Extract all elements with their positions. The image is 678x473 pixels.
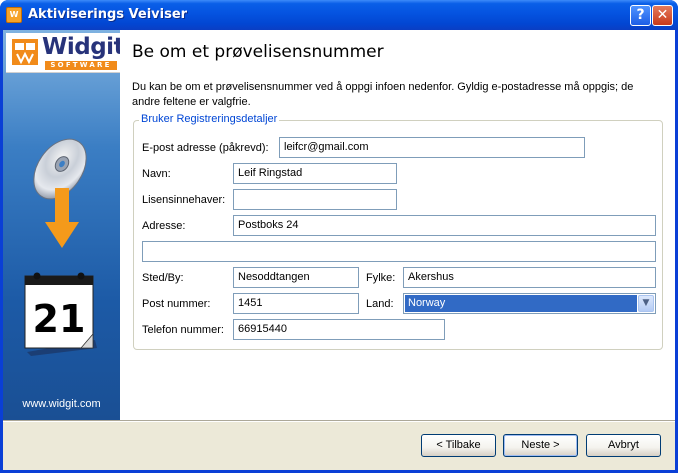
- wizard-page: Be om et prøvelisensnummer Du kan be om …: [120, 30, 675, 420]
- widgit-logo: Widgit SOFTWARE: [6, 33, 125, 73]
- calendar-day: 21: [33, 297, 86, 341]
- county-field[interactable]: Akershus: [403, 267, 656, 288]
- calendar-icon: 21: [24, 272, 97, 356]
- logo-wordmark: Widgit: [42, 34, 125, 60]
- email-label: E-post adresse (påkrevd):: [142, 142, 269, 154]
- postcode-label: Post nummer:: [142, 298, 211, 310]
- city-label: Sted/By:: [142, 272, 184, 284]
- help-button[interactable]: ?: [630, 5, 651, 26]
- phone-label: Telefon nummer:: [142, 324, 224, 336]
- city-field[interactable]: Nesoddtangen: [233, 267, 359, 288]
- widgit-website-link[interactable]: www.widgit.com: [3, 398, 120, 410]
- wizard-sidebar: Widgit SOFTWARE 21 www.widgit.com: [3, 30, 125, 420]
- email-field[interactable]: leifcr@gmail.com: [279, 137, 585, 158]
- page-intro: Du kan be om et prøvelisensnummer ved å …: [132, 81, 634, 108]
- group-title: Bruker Registreringsdetaljer: [139, 113, 280, 125]
- down-arrow-icon: [45, 188, 79, 248]
- address-line2-field[interactable]: [142, 241, 656, 262]
- widgit-logo-icon: [12, 39, 38, 65]
- address-field[interactable]: Postboks 24: [233, 215, 656, 236]
- close-button[interactable]: ✕: [652, 5, 673, 26]
- license-holder-field[interactable]: [233, 189, 397, 210]
- button-bar-divider: [3, 420, 675, 422]
- back-button[interactable]: < Tilbake: [421, 434, 496, 457]
- wizard-app-icon: W: [6, 7, 22, 23]
- address-label: Adresse:: [142, 220, 186, 232]
- country-label: Land:: [366, 298, 394, 310]
- name-label: Navn:: [142, 168, 171, 180]
- logo-subtitle: SOFTWARE: [45, 61, 117, 70]
- postcode-field[interactable]: 1451: [233, 293, 359, 314]
- next-button[interactable]: Neste >: [503, 434, 578, 457]
- registration-group: Bruker Registreringsdetaljer E-post adre…: [133, 113, 663, 350]
- phone-field[interactable]: 66915440: [233, 319, 445, 340]
- cancel-button[interactable]: Avbryt: [586, 434, 661, 457]
- license-holder-label: Lisensinnehaver:: [142, 194, 226, 206]
- title-bar[interactable]: W Aktiviserings Veiviser ? ✕: [0, 0, 678, 30]
- county-label: Fylke:: [366, 272, 396, 284]
- chevron-down-icon[interactable]: ▼: [638, 295, 654, 312]
- country-select[interactable]: Norway ▼: [403, 293, 656, 314]
- page-title: Be om et prøvelisensnummer: [132, 42, 384, 62]
- wizard-client-area: Widgit SOFTWARE 21 www.widgit.com Be om …: [3, 30, 675, 470]
- wizard-window: W Aktiviserings Veiviser ? ✕ Widgit SOFT…: [0, 0, 678, 473]
- name-field[interactable]: Leif Ringstad: [233, 163, 397, 184]
- country-selected-value: Norway: [405, 295, 637, 312]
- window-title: Aktiviserings Veiviser: [28, 7, 188, 22]
